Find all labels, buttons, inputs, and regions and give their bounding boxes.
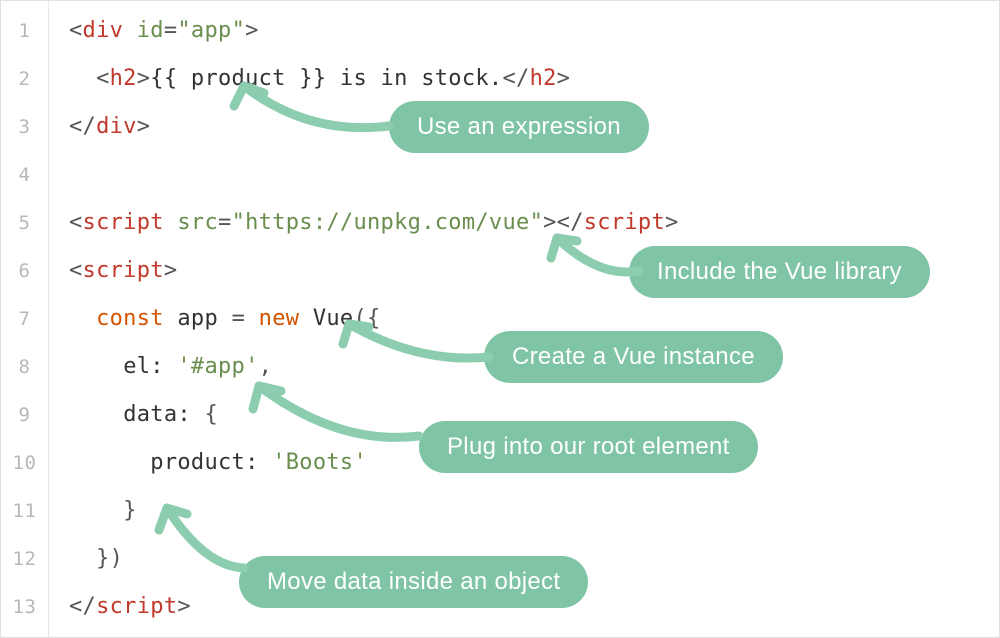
code-line: <div id="app"> [69, 7, 999, 55]
code-content: <div id="app"> <h2>{{ product }} is in s… [49, 1, 999, 637]
line-number: 13 [1, 583, 48, 631]
line-number: 10 [1, 439, 48, 487]
code-line: <script src="https://unpkg.com/vue"></sc… [69, 199, 999, 247]
line-number: 5 [1, 199, 48, 247]
line-number: 1 [1, 7, 48, 55]
line-number: 2 [1, 55, 48, 103]
line-number: 11 [1, 487, 48, 535]
line-number: 3 [1, 103, 48, 151]
line-number: 7 [1, 295, 48, 343]
code-line: } [69, 487, 999, 535]
callout-use-expression: Use an expression [389, 101, 649, 153]
callout-plug-root-element: Plug into our root element [419, 421, 758, 473]
code-line: <h2>{{ product }} is in stock.</h2> [69, 55, 999, 103]
callout-include-vue-library: Include the Vue library [629, 246, 930, 298]
line-number: 12 [1, 535, 48, 583]
line-number: 6 [1, 247, 48, 295]
callout-move-data-inside-object: Move data inside an object [239, 556, 588, 608]
code-editor: 1 2 3 4 5 6 7 8 9 10 11 12 13 <div id="a… [0, 0, 1000, 638]
line-number: 8 [1, 343, 48, 391]
code-line [69, 151, 999, 199]
line-number: 4 [1, 151, 48, 199]
line-number: 9 [1, 391, 48, 439]
callout-create-vue-instance: Create a Vue instance [484, 331, 783, 383]
line-gutter: 1 2 3 4 5 6 7 8 9 10 11 12 13 [1, 1, 49, 637]
